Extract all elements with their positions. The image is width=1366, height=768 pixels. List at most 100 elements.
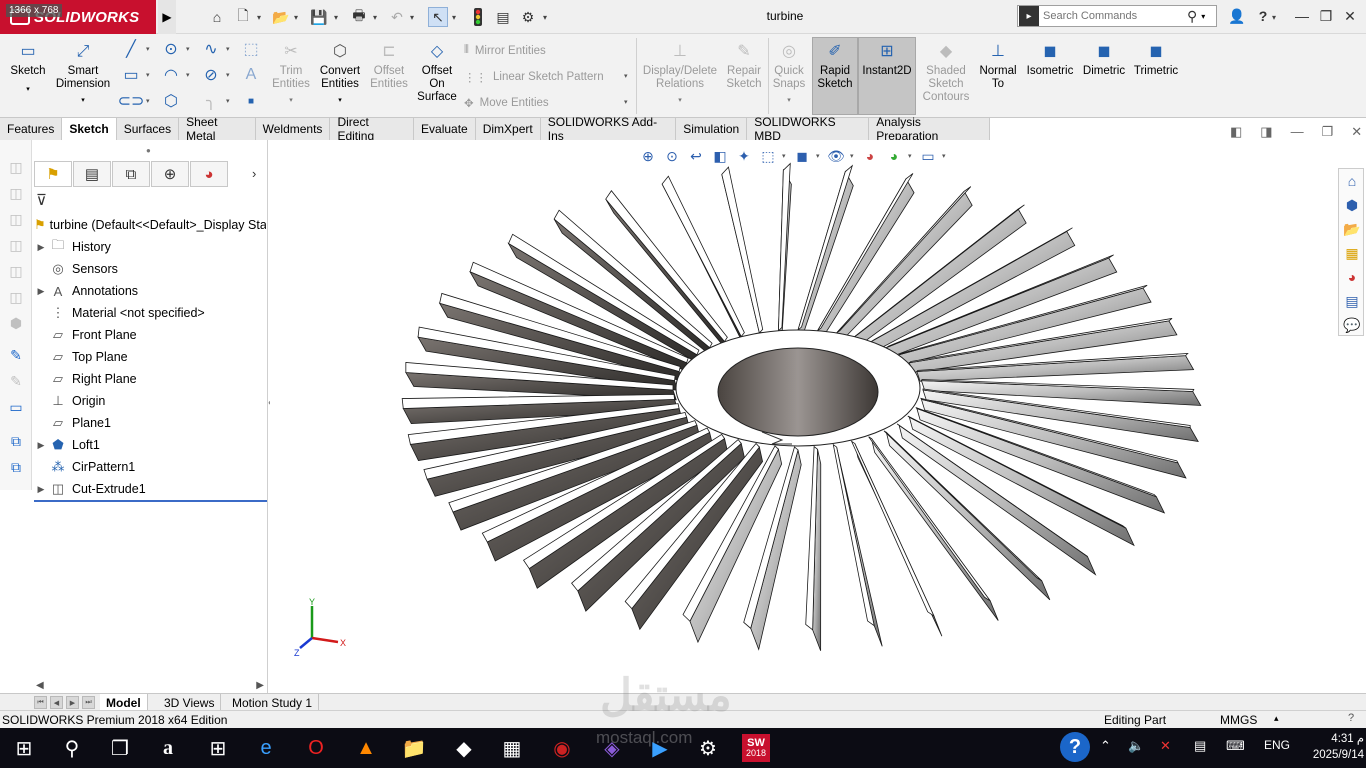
- search-dropdown-icon[interactable]: ▾: [1201, 12, 1205, 21]
- tab-solidworks-add-ins[interactable]: SOLIDWORKS Add-Ins: [540, 115, 677, 143]
- snaps-dropdown-icon[interactable]: ▾: [771, 94, 807, 107]
- instant2d-button[interactable]: ⊞ Instant2D: [858, 37, 916, 115]
- display-pane-icon[interactable]: ▭: [6, 398, 26, 416]
- rebuild-traffic-light-icon[interactable]: [468, 7, 488, 27]
- draft-quality-icon[interactable]: ◫: [6, 262, 26, 280]
- viewport-minimize-icon[interactable]: —: [1291, 124, 1304, 140]
- fillet-dropdown-icon[interactable]: ▾: [226, 97, 230, 105]
- tree-item-sensors[interactable]: ◎ Sensors: [34, 258, 266, 280]
- keyboard-icon[interactable]: ⌨: [1226, 738, 1245, 754]
- tab-evaluate[interactable]: Evaluate: [414, 118, 476, 140]
- vlc-icon[interactable]: ▲: [350, 732, 382, 764]
- hide-show-dropdown-icon[interactable]: ▾: [850, 152, 856, 160]
- trim-entities-button[interactable]: ✂ Trim Entities ▾: [272, 38, 310, 107]
- hide-show-items-icon[interactable]: 👁: [826, 147, 846, 165]
- next-window-icon[interactable]: ◨: [1260, 124, 1272, 140]
- line-icon[interactable]: ╱: [120, 39, 142, 59]
- isometric-button[interactable]: ◼ Isometric: [1024, 38, 1076, 78]
- last-tab-icon[interactable]: ⏭: [82, 696, 95, 709]
- dimxpert-manager-tab-icon[interactable]: ⊕: [151, 161, 189, 187]
- save-icon[interactable]: 💾: [309, 7, 329, 27]
- network-disconnected-icon[interactable]: ✕: [1160, 738, 1171, 754]
- undo-icon[interactable]: ↶: [387, 7, 407, 27]
- tab-weldments[interactable]: Weldments: [255, 118, 331, 140]
- show-hidden-icons-icon[interactable]: ⌃: [1100, 738, 1111, 754]
- arc-dropdown-icon[interactable]: ▾: [186, 71, 190, 79]
- taskbar-search-icon[interactable]: ⚲: [56, 732, 88, 764]
- shaded-sketch-contours-button[interactable]: ◆ Shaded Sketch Contours: [920, 38, 972, 104]
- ellipse-icon[interactable]: ⊘: [200, 65, 222, 85]
- previous-view-icon[interactable]: ↩: [686, 147, 706, 165]
- perspective-icon[interactable]: ◫: [6, 288, 26, 306]
- slot-icon[interactable]: ⊂⊃: [118, 91, 145, 111]
- tree-item-origin[interactable]: ⊥ Origin: [34, 390, 266, 412]
- smart-dimension-button[interactable]: ⤢ Smart Dimension ▾: [54, 38, 112, 107]
- notifications-icon[interactable]: ▤: [1194, 738, 1206, 754]
- tab-features[interactable]: Features: [0, 118, 63, 140]
- tab-solidworks-mbd[interactable]: SOLIDWORKS MBD: [747, 115, 870, 143]
- edit-sketch-icon[interactable]: ✎: [6, 372, 26, 390]
- pattern-dropdown-icon[interactable]: ▾: [624, 72, 628, 80]
- section-view-icon[interactable]: ◫: [6, 184, 26, 202]
- new-document-icon[interactable]: 🗋: [233, 7, 253, 27]
- dimetric-button[interactable]: ◼ Dimetric: [1080, 38, 1128, 78]
- status-help-icon[interactable]: ?: [1348, 712, 1354, 724]
- slot-dropdown-icon[interactable]: ▾: [146, 97, 150, 105]
- viewport-restore-icon[interactable]: ❐: [1322, 124, 1334, 140]
- convert-dropdown-icon[interactable]: ▾: [316, 94, 364, 107]
- tab-surfaces[interactable]: Surfaces: [116, 118, 180, 140]
- file-explorer-icon[interactable]: 📂: [1341, 219, 1363, 239]
- close-window-icon[interactable]: ✕: [1339, 6, 1361, 26]
- circle-dropdown-icon[interactable]: ▾: [186, 45, 190, 53]
- sketch-button[interactable]: ▭ Sketch ▾: [6, 38, 50, 96]
- relations-dropdown-icon[interactable]: ▾: [640, 94, 720, 107]
- line-dropdown-icon[interactable]: ▾: [146, 45, 150, 53]
- wireframe-icon[interactable]: ◫: [6, 236, 26, 254]
- system-clock[interactable]: 4:31 م 2025/9/14: [1298, 731, 1364, 763]
- help-tray-icon[interactable]: ?: [1060, 732, 1090, 762]
- tree-item-cirpattern1[interactable]: ⁂ CirPattern1: [34, 456, 266, 478]
- opera-icon[interactable]: O: [300, 732, 332, 764]
- tree-item-material-not-specified[interactable]: ⋮ Material <not specified>: [34, 302, 266, 324]
- task-view-icon[interactable]: ❐: [104, 732, 136, 764]
- menu-expand-arrow[interactable]: ▶: [158, 0, 176, 34]
- restore-window-icon[interactable]: ❐: [1315, 6, 1337, 26]
- display-manager-tab-icon[interactable]: ◕: [190, 161, 228, 187]
- fillet-icon[interactable]: ╮: [200, 91, 222, 111]
- tree-item-history[interactable]: ▶ 🗀 History: [34, 236, 266, 258]
- rapid-sketch-button[interactable]: ✐ Rapid Sketch: [812, 37, 858, 115]
- amazon-icon[interactable]: a: [152, 732, 184, 764]
- zoom-to-area-icon[interactable]: ⊙: [662, 147, 682, 165]
- view-palette-icon[interactable]: ▦: [1341, 243, 1363, 263]
- hidden-lines-icon[interactable]: ◫: [6, 210, 26, 228]
- edge-browser-icon[interactable]: e: [250, 732, 282, 764]
- custom-properties-icon[interactable]: ▤: [1341, 291, 1363, 311]
- file-explorer-taskbar-icon[interactable]: 📁: [398, 732, 430, 764]
- spline-icon[interactable]: ∿: [200, 39, 222, 59]
- filter-icon[interactable]: ⊽: [36, 191, 47, 209]
- shaded-icon[interactable]: ◫: [6, 158, 26, 176]
- edit-appearance-icon[interactable]: ◕: [860, 147, 880, 165]
- feature-tree-tab-icon[interactable]: ⚑: [34, 161, 72, 187]
- tree-item-right-plane[interactable]: ▱ Right Plane: [34, 368, 266, 390]
- scroll-right-icon[interactable]: ▶: [256, 680, 264, 691]
- solidworks-resources-icon[interactable]: ⌂: [1341, 171, 1363, 191]
- rollback-bar[interactable]: [34, 500, 267, 502]
- configuration-manager-tab-icon[interactable]: ⧉: [112, 161, 150, 187]
- convert-entities-button[interactable]: ⬡ Convert Entities ▾: [316, 38, 364, 107]
- view-orientation-dropdown-icon[interactable]: ▾: [782, 152, 788, 160]
- help-icon[interactable]: ?: [1252, 6, 1274, 26]
- units-selector[interactable]: MMGS: [1220, 713, 1257, 727]
- bottom-tab-motion-study-1[interactable]: Motion Study 1: [226, 694, 320, 711]
- expand-chevron-icon[interactable]: ▶: [34, 440, 48, 451]
- volume-icon[interactable]: 🔈: [1128, 738, 1144, 754]
- offset-on-surface-button[interactable]: ◇ Offset On Surface: [414, 38, 460, 104]
- appearances-icon[interactable]: ◕: [1341, 267, 1363, 287]
- calculator-icon[interactable]: ▦: [496, 732, 528, 764]
- open-folder-icon[interactable]: 📂: [271, 7, 291, 27]
- paste-entities-icon[interactable]: ⧉: [6, 458, 26, 476]
- repair-sketch-button[interactable]: ✎ Repair Sketch: [724, 38, 764, 91]
- tree-root-part[interactable]: ⚑ turbine (Default<<Default>_Display Sta: [34, 214, 266, 236]
- search-input[interactable]: [1043, 10, 1183, 22]
- turbine-model[interactable]: [270, 140, 1366, 695]
